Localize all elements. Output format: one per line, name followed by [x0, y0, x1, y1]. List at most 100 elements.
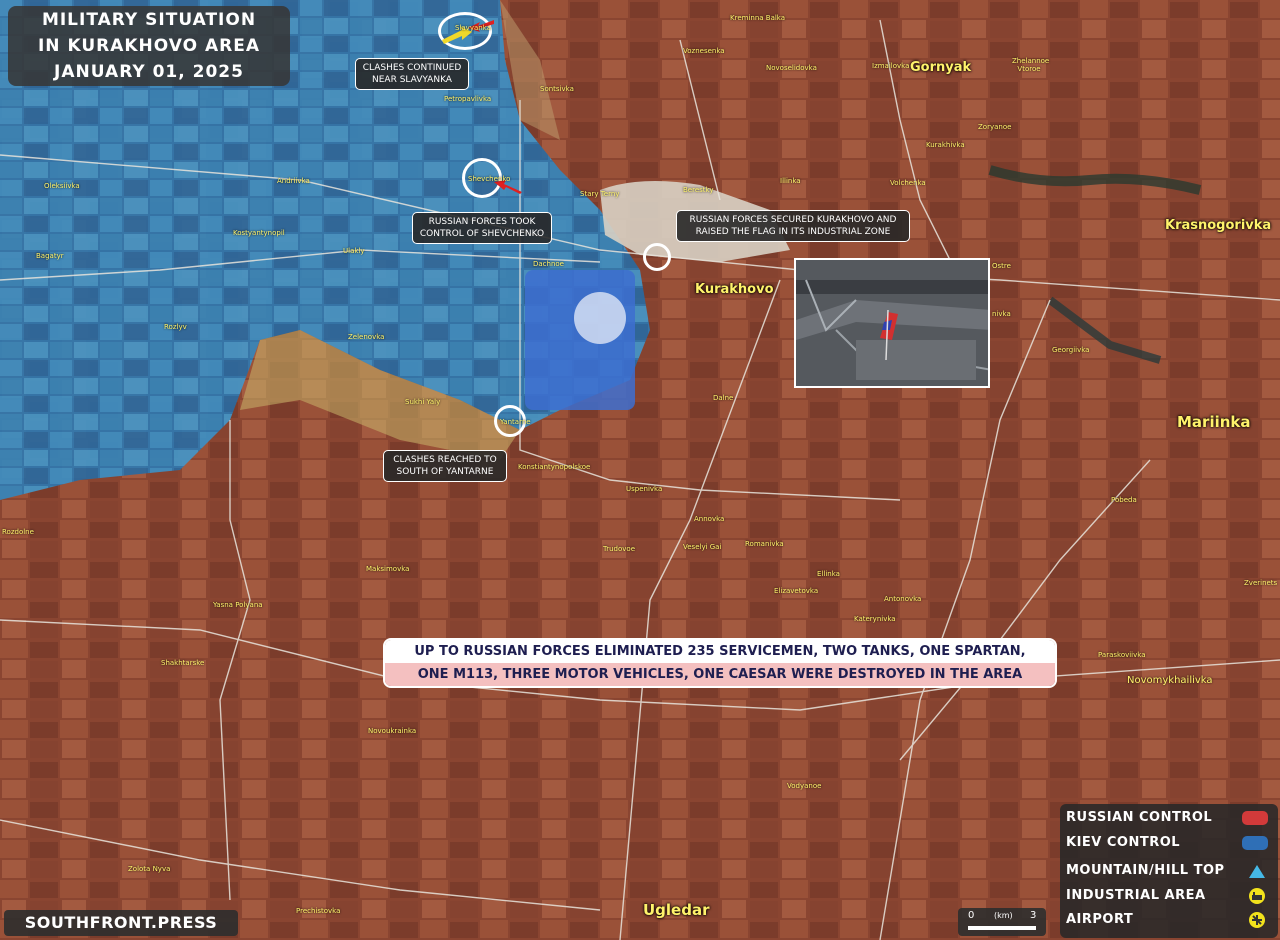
- scale-unit: (km): [994, 911, 1013, 920]
- town-novoselidovka: Novoselidovka: [766, 64, 817, 72]
- legend-mountain: MOUNTAIN/HILL TOP: [1066, 861, 1274, 881]
- callout-kurakhovo-line-1: RUSSIAN FORCES SECURED KURAKHOVO AND: [689, 215, 897, 225]
- callout-shevchenko: RUSSIAN FORCES TOOK CONTROL OF SHEVCHENK…: [412, 212, 552, 244]
- town-berestky: Berestky: [683, 186, 714, 194]
- town-kostyantynopil: Kostyantynopil: [233, 229, 285, 237]
- callout-kurakhovo: RUSSIAN FORCES SECURED KURAKHOVO AND RAI…: [676, 210, 910, 242]
- scale-end: 3: [1030, 910, 1037, 921]
- town-slavyanka: Slavyanka: [455, 24, 491, 32]
- town-oleksiivka: Oleksiivka: [44, 182, 80, 190]
- legend-industrial-label: INDUSTRIAL AREA: [1066, 888, 1206, 903]
- town-ostre: Ostre: [992, 262, 1011, 270]
- town-gornyak: Gornyak: [910, 60, 972, 75]
- legend-airport-label: AIRPORT: [1066, 912, 1134, 927]
- russian-swatch: [1242, 811, 1268, 825]
- title-line-1: MILITARY SITUATION: [41, 10, 257, 30]
- town-dachnoe: Dachnoe: [533, 260, 564, 268]
- callout-slavyanka: CLASHES CONTINUED NEAR SLAVYANKA: [355, 58, 469, 90]
- town-vodyanoe: Vodyanoe: [787, 782, 822, 790]
- town-ellinka: Ellinka: [817, 570, 840, 578]
- town-maksimovka: Maksimovka: [366, 565, 410, 573]
- town-veselyi-gai: Veselyi Gai: [683, 543, 722, 551]
- town-voznesenka: Voznesenka: [683, 47, 725, 55]
- town-yasna-polyana: Yasna Polyana: [213, 601, 263, 609]
- scale-bar: 0 (km) 3: [958, 908, 1046, 936]
- callout-kurakhovo-line-2: RAISED THE FLAG IN ITS INDUSTRIAL ZONE: [695, 227, 891, 237]
- town-romanivka: Romanivka: [745, 540, 784, 548]
- town-antonovka: Antonovka: [884, 595, 922, 603]
- town-mariinka: Mariinka: [1177, 413, 1251, 431]
- legend-russian: RUSSIAN CONTROL: [1066, 808, 1274, 828]
- town-yantarne: Yantarne: [500, 418, 531, 426]
- banner-line-1: UP TO RUSSIAN FORCES ELIMINATED 235 SERV…: [385, 640, 1055, 663]
- town-prechistovka: Prechistovka: [296, 907, 341, 915]
- kurakhovo-marker: [643, 243, 671, 271]
- town-trudovoe: Trudovoe: [603, 545, 636, 553]
- legend-russian-label: RUSSIAN CONTROL: [1066, 810, 1213, 825]
- callout-slavyanka-line-1: CLASHES CONTINUED: [362, 63, 462, 73]
- town-bagatyr: Bagatyr: [36, 252, 64, 260]
- map-legend: RUSSIAN CONTROL KIEV CONTROL MOUNTAIN/HI…: [1060, 804, 1278, 938]
- map-title: MILITARY SITUATION IN KURAKHOVO AREA JAN…: [8, 6, 290, 86]
- scale-line: [968, 926, 1036, 930]
- legend-airport: AIRPORT: [1066, 910, 1274, 930]
- kurakhovo-flag-photo: [794, 258, 990, 388]
- callout-shevchenko-line-2: CONTROL OF SHEVCHENKO: [419, 229, 545, 239]
- town-izmailovka: Izmailovka: [872, 62, 910, 70]
- callout-shevchenko-line-1: RUSSIAN FORCES TOOK: [428, 217, 536, 227]
- town-zhelannoe-vtoroe: Zhelannoe Vtoroe: [1012, 57, 1050, 73]
- town-kurakhovo: Kurakhovo: [695, 282, 774, 297]
- town-ugledar: Ugledar: [643, 901, 710, 919]
- town-georgiivka: Georgiivka: [1052, 346, 1090, 354]
- town-novomykhailivka: Novomykhailivka: [1127, 675, 1213, 686]
- industrial-icon: [1249, 888, 1265, 904]
- town-illinka-north: Illinka: [780, 177, 801, 185]
- town-sontsivka: Sontsivka: [540, 85, 574, 93]
- callout-yantarne-line-2: SOUTH OF YANTARNE: [396, 467, 494, 477]
- legend-industrial: INDUSTRIAL AREA: [1066, 886, 1274, 906]
- airport-icon: [1249, 912, 1265, 928]
- town-shakhtarske: Shakhtarske: [161, 659, 205, 667]
- town-konstiantynopolskoe: Konstiantynopolskoe: [518, 463, 591, 471]
- legend-mountain-label: MOUNTAIN/HILL TOP: [1066, 863, 1225, 878]
- map: MILITARY SITUATION IN KURAKHOVO AREA JAN…: [0, 0, 1280, 940]
- town-volchenka: Volchenka: [890, 179, 926, 187]
- map-terrain: [0, 0, 1280, 940]
- town-rozlyv: Rozlyv: [164, 323, 187, 331]
- town-novoukrainka: Novoukrainka: [368, 727, 417, 735]
- callout-yantarne: CLASHES REACHED TO SOUTH OF YANTARNE: [383, 450, 507, 482]
- town-krasnogorivka: Krasnogorivka: [1165, 218, 1272, 233]
- banner-line-2: ONE M113, THREE MOTOR VEHICLES, ONE CAES…: [385, 663, 1055, 686]
- town-maksymilianivka: nivka: [992, 310, 1011, 318]
- legend-kiev: KIEV CONTROL: [1066, 833, 1274, 853]
- kiev-swatch: [1242, 836, 1268, 850]
- town-zelenovka: Zelenovka: [348, 333, 385, 341]
- town-paraskoviivka: Paraskoviivka: [1098, 651, 1146, 659]
- town-zoryanoe: Zoryanoe: [978, 123, 1012, 131]
- callout-slavyanka-line-2: NEAR SLAVYANKA: [372, 75, 452, 85]
- scale-start: 0: [968, 910, 975, 921]
- town-zverinets: Zverinets: [1244, 579, 1278, 587]
- triangle-icon: [1249, 865, 1265, 878]
- town-katerynivka: Katerynivka: [854, 615, 896, 623]
- flag-photo-image: [796, 260, 988, 386]
- town-uspenivka: Uspenivka: [626, 485, 663, 493]
- town-petropavlivka: Petropavlivka: [444, 95, 492, 103]
- title-line-2: IN KURAKHOVO AREA: [37, 36, 261, 56]
- town-ulakly: Ulakly: [343, 247, 365, 255]
- town-elizavetovka: Elizavetovka: [774, 587, 819, 595]
- callout-yantarne-line-1: CLASHES REACHED TO: [393, 455, 497, 465]
- legend-kiev-label: KIEV CONTROL: [1066, 835, 1181, 850]
- town-pobeda: Pobeda: [1111, 496, 1137, 504]
- town-shevchenko: Shevchenko: [468, 175, 511, 183]
- town-zolota-nyva: Zolota Nyva: [128, 865, 171, 873]
- town-rozdolne: Rozdolne: [2, 528, 34, 536]
- town-sukhi-yaly: Sukhi Yaly: [405, 398, 441, 406]
- town-andriivka: Andriivka: [277, 177, 310, 185]
- town-stary-terny: Stary Terny: [580, 190, 620, 198]
- town-annovka: Annovka: [694, 515, 725, 523]
- town-kreminna-balka: Kreminna Balka: [730, 14, 786, 22]
- town-kurakhivka: Kurakhivka: [926, 141, 965, 149]
- town-dalne: Dalne: [713, 394, 734, 402]
- brand-label: SOUTHFRONT.PRESS: [4, 910, 238, 936]
